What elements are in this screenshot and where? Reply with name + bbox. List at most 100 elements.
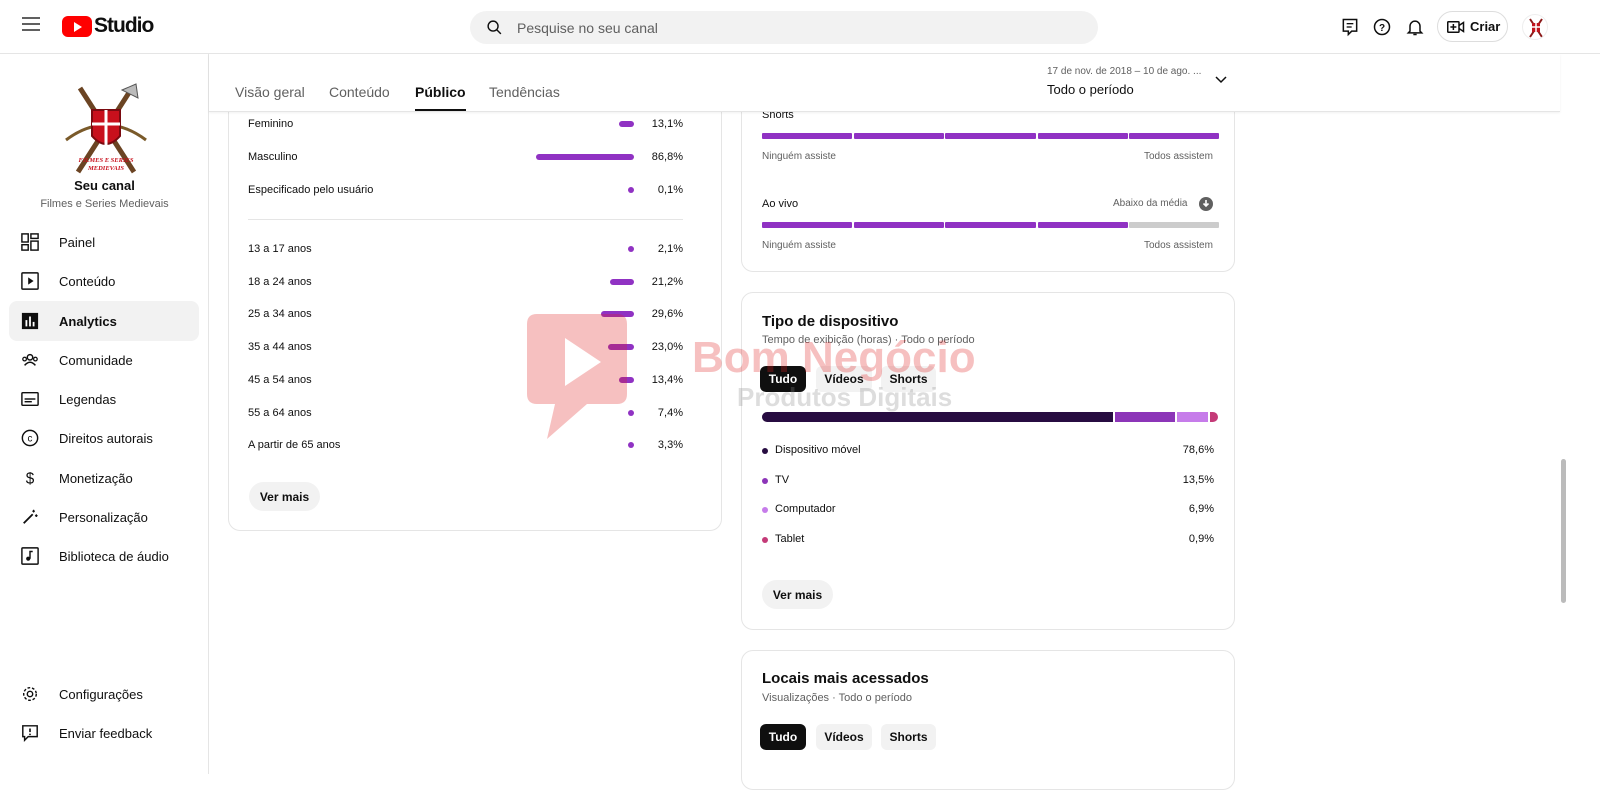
sidebar-item-enviar-feedback[interactable]: Enviar feedback <box>9 713 199 753</box>
row-label: Feminino <box>248 118 294 130</box>
device-bar-segment <box>1114 412 1176 422</box>
row-bar <box>608 344 634 351</box>
tab-publico[interactable]: Público <box>415 84 466 111</box>
date-range: 17 de nov. de 2018 – 10 de ago. ... <box>1047 66 1202 77</box>
youtube-logo-icon <box>62 15 92 37</box>
sidebar-item-configuracoes[interactable]: Configurações <box>9 674 199 714</box>
feedback-icon <box>20 723 40 743</box>
help-icon[interactable]: ? <box>1372 17 1392 37</box>
retention-segment <box>945 222 1036 228</box>
sidebar-item-personalizacao[interactable]: Personalização <box>9 497 199 537</box>
sidebar-item-painel[interactable]: Painel <box>9 222 199 262</box>
demographic-row: Feminino 13,1% <box>248 116 683 132</box>
sidebar-item-label: Analytics <box>59 313 117 329</box>
analytics-icon <box>20 311 40 331</box>
dollar-icon: $ <box>20 468 40 488</box>
gear-icon <box>20 684 40 704</box>
device-subtitle: Tempo de exibição (horas) · Todo o perío… <box>762 334 975 346</box>
demographic-row: 18 a 24 anos 21,2% <box>248 274 683 290</box>
divider <box>248 219 683 220</box>
audio-library-icon <box>20 546 40 566</box>
search-box[interactable]: Pesquise no seu canal <box>470 11 1098 44</box>
retention-segment <box>853 222 944 228</box>
sidebar-item-direitos-autorais[interactable]: c Direitos autorais <box>9 418 199 458</box>
row-value: 3,3% <box>657 439 683 452</box>
analytics-tabs: Visão geral Conteúdo Público Tendências … <box>209 54 1560 112</box>
row-dot <box>628 409 634 416</box>
device-chip-tudo[interactable]: Tudo <box>760 366 806 392</box>
row-label: Masculino <box>248 151 298 163</box>
locations-chip-shorts[interactable]: Shorts <box>881 724 936 750</box>
sidebar-item-label: Personalização <box>59 509 148 525</box>
sidebar-item-label: Legendas <box>59 391 117 407</box>
legend-dot <box>762 507 768 513</box>
create-label: Criar <box>1470 19 1501 34</box>
demographic-row: A partir de 65 anos 3,3% <box>248 437 683 453</box>
search-icon <box>487 20 502 35</box>
retention-segment <box>762 133 852 139</box>
channel-name[interactable]: Seu canal <box>0 178 209 193</box>
below-average-icon <box>1199 197 1213 211</box>
row-label: 13 a 17 anos <box>248 243 312 255</box>
scrollbar[interactable] <box>1561 459 1566 603</box>
legend-dot <box>762 536 768 543</box>
row-dot <box>628 442 634 449</box>
avatar[interactable] <box>1522 14 1548 40</box>
legend-label: Tablet <box>775 532 805 545</box>
date-period: Todo o período <box>1047 82 1134 97</box>
retention-segment <box>1037 222 1128 228</box>
demographic-row: Masculino 86,8% <box>248 149 683 165</box>
create-video-icon <box>1447 20 1465 33</box>
device-chip-shorts[interactable]: Shorts <box>881 366 936 392</box>
row-bar <box>619 121 634 127</box>
create-button[interactable]: Criar <box>1437 11 1508 42</box>
demographic-row: 45 a 54 anos 13,4% <box>248 372 683 388</box>
row-value: 23,0% <box>651 341 683 354</box>
sidebar-item-label: Monetização <box>59 470 133 486</box>
device-legend-item: TV 13,5% <box>762 473 1214 489</box>
row-dot <box>628 246 634 252</box>
device-legend-item: Tablet 0,9% <box>762 532 1214 548</box>
live-min-label: Ninguém assiste <box>762 240 836 251</box>
content-icon <box>20 271 40 291</box>
svg-text:FILMES E SERIES: FILMES E SERIES <box>79 157 134 164</box>
sidebar-item-comunidade[interactable]: Comunidade <box>9 340 199 380</box>
svg-text:?: ? <box>1379 23 1385 34</box>
tab-visao-geral[interactable]: Visão geral <box>235 84 305 100</box>
row-label: A partir de 65 anos <box>248 439 341 452</box>
sidebar-item-conteudo[interactable]: Conteúdo <box>9 261 199 301</box>
legend-value: 6,9% <box>1188 503 1214 515</box>
sidebar-item-label: Comunidade <box>59 352 133 368</box>
channel-logo[interactable]: FILMES E SERIES MEDIEVAIS <box>62 80 150 192</box>
locations-chip-videos[interactable]: Vídeos <box>816 724 872 750</box>
notifications-icon[interactable] <box>1405 17 1425 37</box>
legend-label: TV <box>775 473 790 486</box>
menu-icon[interactable] <box>22 17 40 31</box>
messages-icon[interactable] <box>1340 17 1360 37</box>
sidebar-item-legendas[interactable]: Legendas <box>9 379 199 419</box>
locations-subtitle: Visualizações · Todo o período <box>762 692 913 704</box>
legend-dot <box>762 448 768 454</box>
device-legend-item: Computador 6,9% <box>762 502 1214 518</box>
row-value: 13,4% <box>651 373 683 386</box>
studio-logo[interactable]: Studio <box>62 14 154 38</box>
logo-text: Studio <box>94 14 154 37</box>
demographics-more-button[interactable]: Ver mais <box>249 482 320 511</box>
locations-chip-tudo[interactable]: Tudo <box>760 724 806 750</box>
device-more-button[interactable]: Ver mais <box>762 580 833 609</box>
device-bar-segment <box>1177 412 1208 422</box>
device-chip-videos[interactable]: Vídeos <box>816 366 872 392</box>
device-legend-item: Dispositivo móvel 78,6% <box>762 443 1214 459</box>
svg-text:$: $ <box>26 470 35 487</box>
row-label: Especificado pelo usuário <box>248 184 374 196</box>
tab-tendencias[interactable]: Tendências <box>489 84 560 100</box>
legend-label: Computador <box>775 503 836 515</box>
tab-conteudo[interactable]: Conteúdo <box>329 84 390 100</box>
row-bar <box>610 278 634 285</box>
sidebar-item-monetizacao[interactable]: $ Monetização <box>9 458 199 498</box>
sidebar-item-biblioteca-de-audio[interactable]: Biblioteca de áudio <box>9 536 199 576</box>
live-note: Abaixo da média <box>1113 198 1188 209</box>
shorts-min-label: Ninguém assiste <box>762 151 836 162</box>
sidebar-item-analytics[interactable]: Analytics <box>9 301 199 341</box>
row-value: 21,2% <box>651 275 683 288</box>
